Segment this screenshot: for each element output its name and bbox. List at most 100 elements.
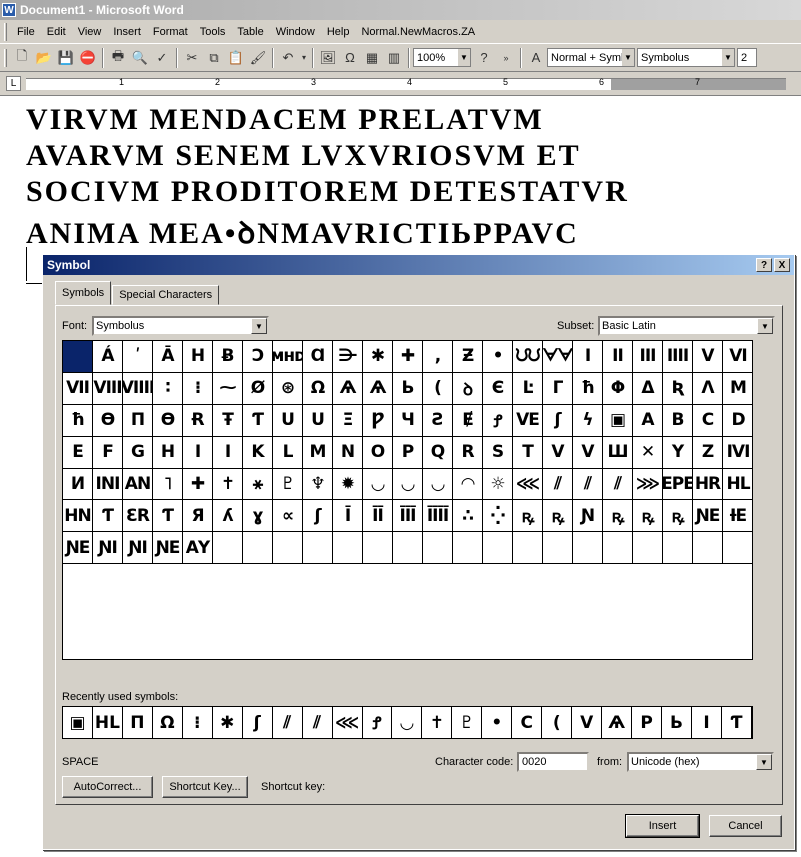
menu-tools[interactable]: Tools <box>194 26 232 38</box>
symbol-cell[interactable]: ( <box>423 372 453 405</box>
symbol-cell[interactable]: ʎ <box>213 500 243 533</box>
autocorrect-button[interactable]: AutoCorrect... <box>62 776 153 798</box>
symbol-cell[interactable]: I <box>213 436 243 469</box>
recent-symbol-cell[interactable]: ʃ <box>243 707 273 738</box>
symbol-cell[interactable]: Ā <box>153 341 183 373</box>
symbol-cell[interactable]: Ƀ <box>213 341 243 373</box>
cancel-button[interactable]: Cancel <box>709 815 782 837</box>
symbol-cell[interactable]: ꝶ <box>543 500 573 533</box>
undo-icon[interactable]: ↶ <box>277 47 299 69</box>
symbol-cell[interactable]: ⫽ <box>543 468 573 501</box>
print-preview-icon[interactable]: 🔍 <box>129 47 151 69</box>
symbol-cell[interactable]: ꝶ <box>603 500 633 533</box>
menu-file[interactable]: File <box>11 26 41 38</box>
new-document-icon[interactable]: 🗋 <box>11 47 33 69</box>
menu-edit[interactable]: Edit <box>41 26 72 38</box>
recent-symbol-cell[interactable]: ( <box>542 707 573 738</box>
symbol-cell[interactable]: IIII <box>663 341 693 373</box>
cut-icon[interactable]: ✂ <box>181 47 203 69</box>
symbol-cell[interactable]: P <box>393 436 423 469</box>
symbol-cell[interactable]: ᙀᙀ <box>513 341 543 373</box>
symbol-cell[interactable]: B <box>663 404 693 437</box>
symbol-cell[interactable]: ◡ <box>423 468 453 501</box>
symbol-cell[interactable]: ꝶ <box>633 500 663 533</box>
undo-dropdown-icon[interactable]: ▾ <box>299 47 309 69</box>
recent-symbol-cell[interactable]: • <box>482 707 513 738</box>
insert-columns-icon[interactable]: ▥ <box>383 47 405 69</box>
symbol-cell[interactable]: I <box>573 341 603 373</box>
symbol-cell[interactable]: Ь <box>393 372 423 405</box>
toolbar-grip[interactable] <box>4 48 7 67</box>
shortcut-key-button[interactable]: Shortcut Key... <box>162 776 248 798</box>
symbol-cell[interactable]: ʹ <box>123 341 153 373</box>
symbol-cell[interactable]: ✝ <box>213 468 243 501</box>
font-select[interactable]: Symbolus ▼ <box>92 316 269 336</box>
symbol-cell[interactable]: ⫽ <box>573 468 603 501</box>
subset-select[interactable]: Basic Latin ▼ <box>598 316 775 336</box>
symbol-cell[interactable] <box>453 532 483 565</box>
symbol-cell[interactable]: N <box>333 436 363 469</box>
symbol-cell[interactable]: ᴍʜᴅ <box>273 341 303 373</box>
symbol-cell[interactable]: ◠ <box>453 468 483 501</box>
symbol-cell[interactable] <box>573 532 603 565</box>
document-line[interactable]: AVARVM SENEM LVXVRIOSVM ET <box>26 139 581 173</box>
symbol-cell[interactable]: ʃ <box>543 404 573 437</box>
symbol-cell[interactable]: Ɵ <box>153 404 183 437</box>
symbol-cell[interactable]: VIIII <box>123 372 153 405</box>
insert-button[interactable]: Insert <box>625 814 700 838</box>
symbol-cell[interactable]: ΑΥ <box>183 532 213 565</box>
insert-picture-icon[interactable]: 🖼 <box>317 47 339 69</box>
symbol-cell[interactable]: ♆ <box>303 468 333 501</box>
help-button[interactable]: ? <box>756 258 772 272</box>
symbol-cell[interactable]: ĪĪ <box>363 500 393 533</box>
symbol-cell[interactable]: ♇ <box>273 468 303 501</box>
symbol-cell[interactable]: ✚ <box>393 341 423 373</box>
recent-symbol-cell[interactable]: Π <box>123 707 153 738</box>
symbol-cell[interactable]: ꝺ <box>453 372 483 405</box>
menu-window[interactable]: Window <box>270 26 321 38</box>
menubar-grip[interactable] <box>4 22 7 41</box>
menu-format[interactable]: Format <box>147 26 194 38</box>
symbol-cell[interactable] <box>63 341 93 373</box>
ruler-strip[interactable]: 1 2 3 4 5 6 7 <box>26 77 786 90</box>
symbol-cell[interactable]: D <box>723 405 753 437</box>
chevron-down-icon[interactable]: ▼ <box>722 49 734 66</box>
document-line[interactable]: SOCIVM PRODITOREM DETESTATVR <box>26 175 629 209</box>
symbol-cell[interactable]: III <box>633 341 663 373</box>
symbol-cell[interactable]: Ч <box>393 404 423 437</box>
symbol-cell[interactable]: ✕ <box>633 436 663 469</box>
symbol-cell[interactable]: Y <box>663 436 693 469</box>
menu-macros[interactable]: Normal.NewMacros.ZA <box>355 26 481 38</box>
symbol-cell[interactable]: ˥ <box>153 468 183 501</box>
symbol-cell[interactable]: ƝE <box>63 532 93 565</box>
tab-selector[interactable]: L <box>6 76 21 91</box>
symbol-cell[interactable]: ☼ <box>483 468 513 501</box>
symbol-cell[interactable]: V <box>693 341 723 373</box>
recent-symbol-cell[interactable]: I <box>692 707 722 738</box>
recent-symbol-cell[interactable]: V <box>572 707 603 738</box>
symbol-cell[interactable]: ∝ <box>273 500 303 533</box>
symbol-cell[interactable] <box>243 532 273 565</box>
chevron-down-icon[interactable]: ▼ <box>458 49 470 66</box>
symbol-cell[interactable]: Ī <box>333 500 363 533</box>
symbol-cell[interactable]: ✹ <box>333 468 363 501</box>
symbol-cell[interactable]: Ɑ <box>303 341 333 373</box>
symbol-cell[interactable]: ꝶ <box>513 500 543 533</box>
symbol-cell[interactable]: II <box>603 341 633 373</box>
recent-symbol-cell[interactable]: P <box>632 707 663 738</box>
symbol-cell[interactable]: U <box>303 404 333 437</box>
recent-symbol-cell[interactable]: ⁝ <box>183 707 213 738</box>
symbol-cell[interactable]: Є <box>483 372 513 405</box>
symbol-cell[interactable]: ⫽ <box>603 468 633 501</box>
paste-icon[interactable]: 📋 <box>225 47 247 69</box>
symbol-cell[interactable]: U <box>273 404 303 437</box>
chevron-down-icon[interactable]: ▼ <box>757 318 773 334</box>
symbol-cell[interactable]: Ω <box>303 372 333 405</box>
symbol-cell[interactable]: H <box>153 436 183 469</box>
symbol-cell[interactable]: VIII <box>93 372 123 405</box>
symbol-cell[interactable]: ΙΝΙ <box>93 468 123 501</box>
recent-symbol-cell[interactable]: ▣ <box>63 707 93 738</box>
symbol-cell[interactable]: T <box>513 436 543 469</box>
symbol-cell[interactable]: Ⅿ <box>723 373 753 405</box>
tab-symbols[interactable]: Symbols <box>55 281 112 305</box>
